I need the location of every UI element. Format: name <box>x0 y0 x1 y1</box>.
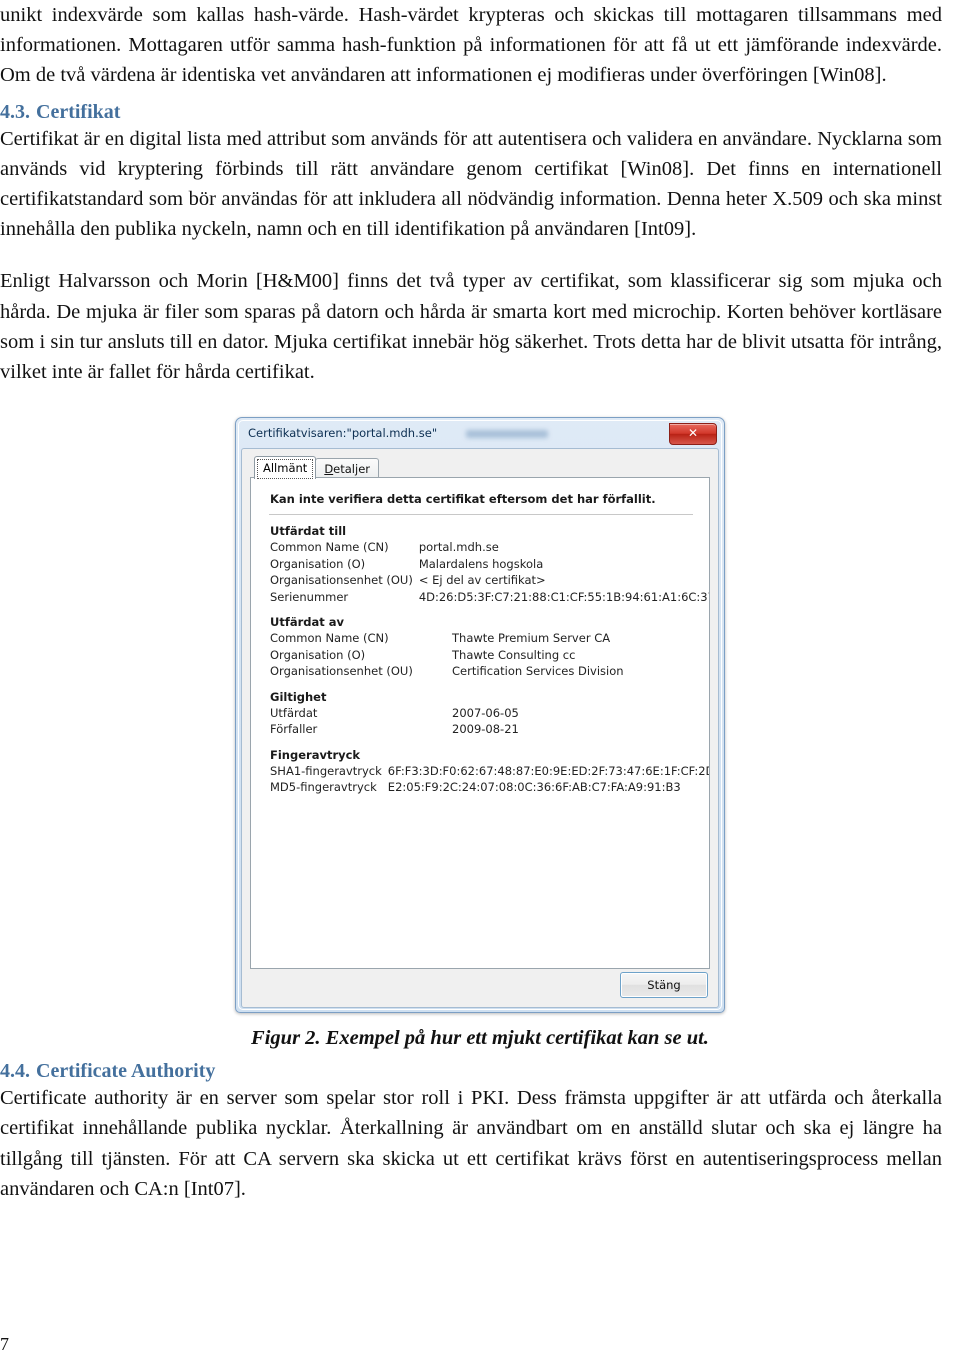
field-value: Certification Services Division <box>452 664 624 679</box>
tab-allmant[interactable]: Allmänt <box>254 456 317 480</box>
figure-certificate-dialog: Certifikatvisaren:"portal.mdh.se" ✕ Allm… <box>0 417 960 1050</box>
table-row: Organisation (O) Thawte Consulting cc <box>270 648 624 665</box>
close-button[interactable]: Stäng <box>620 972 708 999</box>
table-row: SHA1-fingeravtryck 6F:F3:3D:F0:62:67:48:… <box>270 763 709 781</box>
field-value: 6F:F3:3D:F0:62:67:48:87:E0:9E:ED:2F:73:4… <box>387 763 709 778</box>
paragraph-ca-1: Certificate authority är en server som s… <box>0 1087 942 1200</box>
field-value: < Ej del av certifikat> <box>418 573 546 588</box>
field-table-fingeravtryck: SHA1-fingeravtryck 6F:F3:3D:F0:62:67:48:… <box>270 763 709 797</box>
titlebar-blurred-text <box>466 430 548 439</box>
field-label: Organisationsenhet (OU) <box>270 573 413 588</box>
field-label: Utfärdat <box>270 705 318 720</box>
table-row: Common Name (CN) portal.mdh.se <box>270 540 709 557</box>
group-title-fingeravtryck: Fingeravtryck <box>270 747 361 762</box>
table-row: Serienummer 4D:26:D5:3F:C7:21:88:C1:CF:5… <box>270 589 710 607</box>
table-row: Organisationsenhet (OU) Certification Se… <box>270 664 624 681</box>
table-row: Organisation (O) Malardalens hogskola <box>270 556 709 574</box>
heading-certifikat-number: 4.3. <box>0 100 30 123</box>
field-label: SHA1-fingeravtryck <box>270 763 382 778</box>
field-label: Common Name (CN) <box>270 540 389 555</box>
paragraph-intro-continued: unikt indexvärde som kallas hash-värde. … <box>0 4 942 87</box>
heading-certifikat: 4.3. Certifikat <box>0 101 960 124</box>
divider <box>269 514 693 516</box>
table-row: Förfaller 2009-08-21 <box>270 722 519 739</box>
field-label: Common Name (CN) <box>270 631 389 646</box>
group-title-utfardat-till: Utfärdat till <box>270 524 347 539</box>
field-value: Thawte Premium Server CA <box>452 631 611 646</box>
field-value: 2007-06-05 <box>452 705 519 720</box>
heading-certifikat-title: Certifikat <box>36 100 121 123</box>
field-value: Malardalens hogskola <box>418 556 544 571</box>
table-row: Organisationsenhet (OU) < Ej del av cert… <box>270 573 709 590</box>
field-label: Organisation (O) <box>270 647 366 662</box>
field-table-utfardat-av: Common Name (CN) Thawte Premium Server C… <box>270 631 624 681</box>
field-label: MD5-fingeravtryck <box>270 780 377 795</box>
field-table-utfardat-till: Common Name (CN) portal.mdh.se Organisat… <box>270 540 710 607</box>
field-value: E2:05:F9:2C:24:07:08:0C:36:6F:AB:C7:FA:A… <box>387 780 681 795</box>
table-row: Utfärdat 2007-06-05 <box>270 706 519 723</box>
dialog-body: Allmänt Detaljer Kan inte verifiera detta… <box>241 448 719 1009</box>
paragraph-certifikat-2: Enligt Halvarsson och Morin [H&M00] finn… <box>0 270 942 384</box>
group-title-giltighet: Giltighet <box>270 689 327 704</box>
tab-panel-allmant: Kan inte verifiera detta certifikat efte… <box>250 477 710 970</box>
tab-detaljer-label-rest: etaljer <box>333 462 370 477</box>
window-titlebar[interactable]: Certifikatvisaren:"portal.mdh.se" ✕ <box>241 423 719 448</box>
document-page: unikt indexvärde som kallas hash-värde. … <box>0 0 960 1363</box>
table-row: Common Name (CN) Thawte Premium Server C… <box>270 631 624 648</box>
table-row: MD5-fingeravtryck E2:05:F9:2C:24:07:08:0… <box>270 780 709 797</box>
group-title-utfardat-av: Utfärdat av <box>270 615 345 630</box>
field-label: Organisationsenhet (OU) <box>270 664 413 679</box>
field-value: 4D:26:D5:3F:C7:21:88:C1:CF:55:1B:94:61:A… <box>418 589 710 604</box>
certificate-viewer-window: Certifikatvisaren:"portal.mdh.se" ✕ Allm… <box>235 417 725 1014</box>
tab-detaljer[interactable]: Detaljer <box>315 458 379 480</box>
heading-certificate-authority: 4.4. Certificate Authority <box>0 1060 960 1083</box>
dialog-footer: Stäng <box>242 957 718 1007</box>
tab-allmant-label: Allmänt <box>263 461 308 476</box>
tabstrip: Allmänt Detaljer <box>254 456 710 480</box>
close-icon[interactable]: ✕ <box>669 423 717 446</box>
certificate-warning-text: Kan inte verifiera detta certifikat efte… <box>270 492 656 507</box>
figure-caption: Figur 2. Exempel på hur ett mjukt certif… <box>251 1027 709 1050</box>
field-value: 2009-08-21 <box>452 722 519 737</box>
field-value: Thawte Consulting cc <box>452 647 576 662</box>
heading-ca-number: 4.4. <box>0 1060 30 1083</box>
window-title: Certifikatvisaren:"portal.mdh.se" <box>248 426 438 441</box>
field-label: Förfaller <box>270 722 318 737</box>
heading-ca-title: Certificate Authority <box>36 1060 216 1083</box>
tab-detaljer-mnemonic: D <box>324 462 334 477</box>
page-number: 7 <box>0 1334 9 1354</box>
field-label: Organisation (O) <box>270 556 366 571</box>
field-label: Serienummer <box>270 589 349 604</box>
paragraph-certifikat-1: Certifikat är en digital lista med attri… <box>0 127 942 241</box>
page-content: unikt indexvärde som kallas hash-värde. … <box>0 0 960 1204</box>
field-table-giltighet: Utfärdat 2007-06-05 Förfaller 2009-08-21 <box>270 706 519 739</box>
field-value: portal.mdh.se <box>418 540 499 555</box>
